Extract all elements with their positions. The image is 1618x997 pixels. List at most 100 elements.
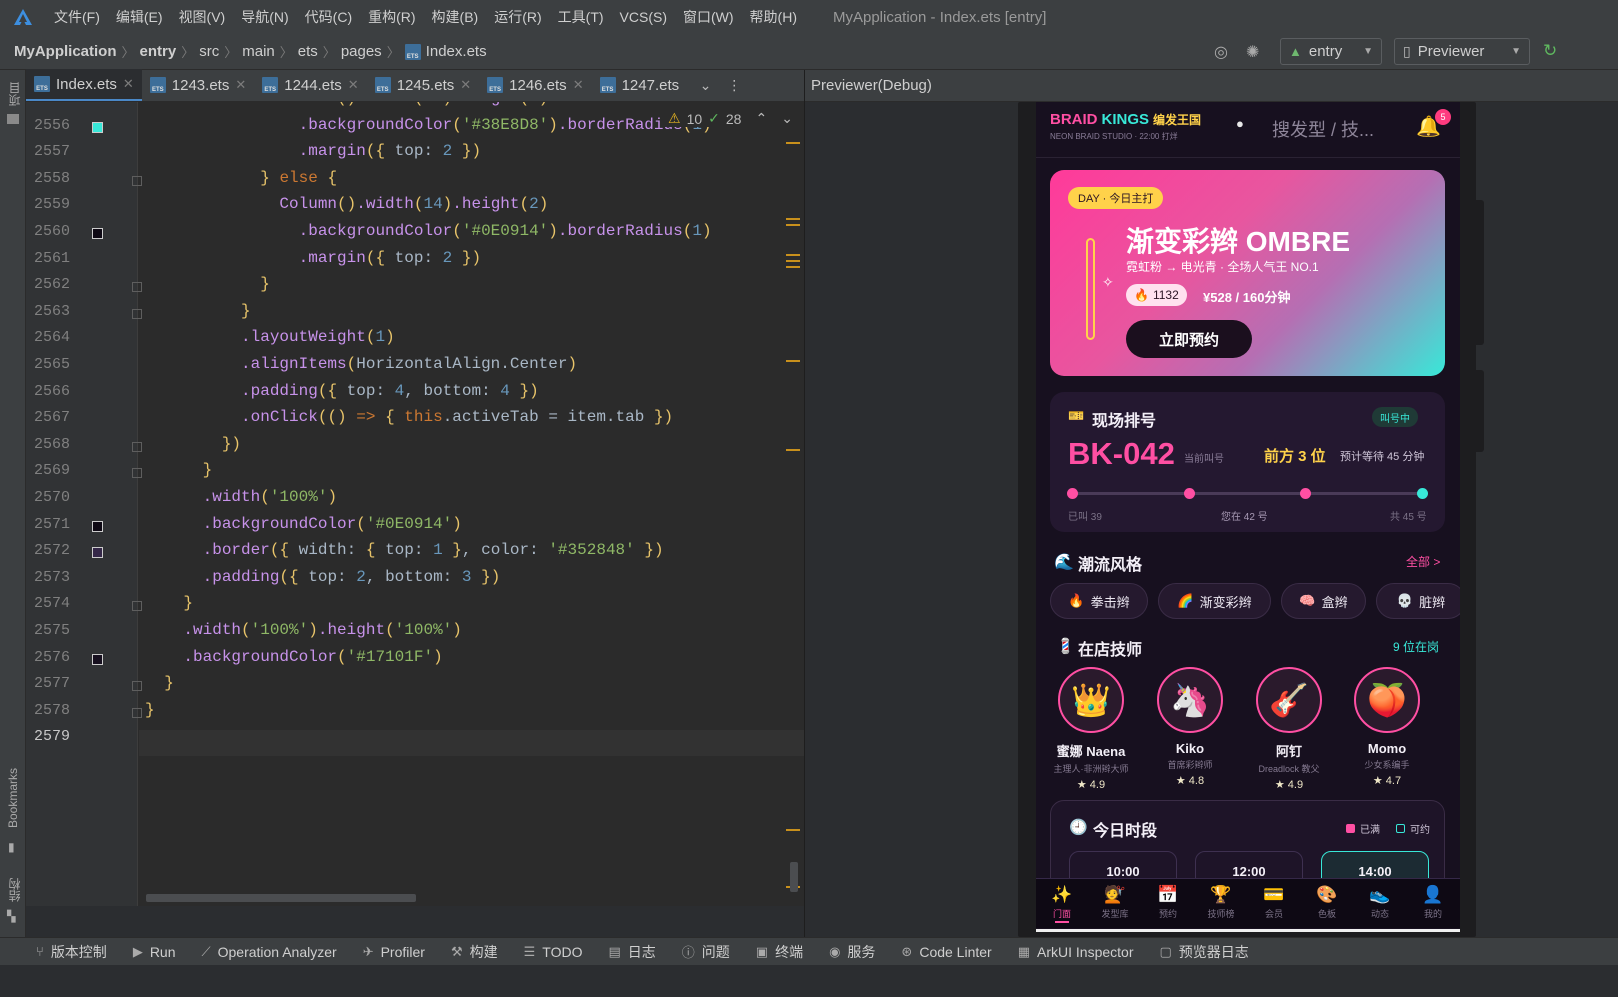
inspection-widget[interactable]: ⚠ 10 ✓ 28 ⌃ ⌄	[664, 110, 797, 127]
close-icon[interactable]: ✕	[123, 76, 134, 92]
warning-marker[interactable]	[786, 224, 800, 226]
services-tool[interactable]: ◉ 服务	[829, 942, 875, 962]
tech-card-momo[interactable]: 🍑 Momo 少女系编手 ★ 4.7	[1338, 667, 1436, 787]
menu-refactor[interactable]: 重构(R)	[360, 7, 423, 27]
code-line[interactable]: .width('100%')	[145, 488, 337, 506]
code-line[interactable]: }	[145, 275, 270, 293]
code-line[interactable]: }	[145, 594, 193, 612]
target-icon[interactable]: ◎	[1214, 42, 1228, 62]
menu-run[interactable]: 运行(R)	[486, 7, 549, 27]
sync-icon[interactable]: ↻	[1543, 41, 1557, 61]
warning-marker[interactable]	[786, 266, 800, 268]
style-chip-dread[interactable]: 💀 脏辫	[1376, 583, 1460, 619]
code-line[interactable]: }	[145, 461, 213, 479]
warning-marker[interactable]	[786, 254, 800, 256]
code-line[interactable]: .layoutWeight(1)	[145, 328, 395, 346]
style-chip-boxer[interactable]: 🔥 拳击辫	[1050, 583, 1148, 619]
warning-marker[interactable]	[786, 360, 800, 362]
menu-build[interactable]: 构建(B)	[424, 7, 487, 27]
color-swatch-icon[interactable]	[92, 228, 103, 239]
code-line[interactable]: .backgroundColor('#0E0914').borderRadius…	[145, 222, 712, 240]
tab-storefront[interactable]: ✨ 门面	[1036, 885, 1088, 923]
tab-1246-ets[interactable]: ETS 1246.ets ✕	[479, 69, 591, 101]
fold-marker-icon[interactable]	[132, 601, 142, 612]
warning-marker[interactable]	[786, 142, 800, 144]
code-line[interactable]: Column().width(14).height(2)	[145, 195, 548, 213]
tab-1244-ets[interactable]: ETS 1244.ets ✕	[254, 69, 366, 101]
horizontal-scrollbar-thumb[interactable]	[146, 894, 416, 902]
code-linter-tool[interactable]: ⊛ Code Linter	[901, 944, 991, 960]
tab-booking[interactable]: 📅 预约	[1142, 885, 1194, 920]
code-line[interactable]: .alignItems(HorizontalAlign.Center)	[145, 355, 577, 373]
style-chip-ombre[interactable]: 🌈 渐变彩辫	[1158, 583, 1271, 619]
code-line[interactable]: .backgroundColor('#38E8D8').borderRadius…	[145, 116, 712, 134]
styles-more-link[interactable]: 全部 >	[1406, 553, 1440, 570]
tab-1243-ets[interactable]: ETS 1243.ets ✕	[142, 69, 254, 101]
code-editor[interactable]: 2555 2556 2557 2558 2559 2560 2561 2562 2563 2564…	[26, 102, 804, 906]
previewer-select[interactable]: ▯ Previewer ▼	[1394, 38, 1530, 65]
menu-file[interactable]: 文件(F)	[46, 7, 108, 27]
code-line[interactable]: .backgroundColor('#17101F')	[145, 648, 442, 666]
fold-marker-icon[interactable]	[132, 441, 142, 452]
next-highlight-icon[interactable]: ⌄	[781, 110, 793, 127]
menu-navigate[interactable]: 导航(N)	[233, 7, 296, 27]
tab-index-ets[interactable]: ETS Index.ets ✕	[26, 69, 142, 101]
code-line[interactable]: }	[145, 701, 155, 719]
tech-card-kiko[interactable]: 🦄 Kiko 首席彩辫师 ★ 4.8	[1141, 667, 1239, 787]
tech-card-ading[interactable]: 🎸 阿钉 Dreadlock 教父 ★ 4.9	[1240, 667, 1338, 791]
structure-icon[interactable]: ▚	[7, 910, 15, 923]
terminal-tool[interactable]: ▣ 终端	[756, 942, 803, 962]
structure-tool-label[interactable]: 结构	[6, 878, 23, 902]
code-line[interactable]: .border({ width: { top: 1 }, color: '#35…	[145, 541, 664, 559]
arkui-inspector-tool[interactable]: ▦ ArkUI Inspector	[1018, 944, 1134, 960]
module-select[interactable]: ▲ entry ▼	[1280, 38, 1382, 65]
code-line[interactable]: }	[145, 674, 174, 692]
log-tool[interactable]: ▤ 日志	[608, 942, 655, 962]
search-input[interactable]: 搜发型 / 技...	[1272, 116, 1374, 142]
code-line[interactable]: Column().width(14).height(2)	[145, 102, 548, 107]
vertical-scrollbar-thumb[interactable]	[790, 862, 798, 892]
profiler-tool[interactable]: ✈ Profiler	[363, 944, 425, 960]
code-line[interactable]: .width('100%').height('100%')	[145, 621, 461, 639]
fold-marker-icon[interactable]	[132, 681, 142, 692]
previewer-log-tool[interactable]: ▢ 预览器日志	[1160, 942, 1249, 962]
code-line[interactable]: .padding({ top: 4, bottom: 4 })	[145, 382, 539, 400]
bookmarks-tool-label[interactable]: Bookmarks	[6, 768, 20, 828]
phone-screen[interactable]: BRAID KINGS 编发王国 NEON BRAID STUDIO · 22:00…	[1036, 102, 1460, 932]
menu-window[interactable]: 窗口(W)	[675, 7, 742, 27]
breadcrumb-file[interactable]: Index.ets	[426, 43, 487, 60]
warning-marker[interactable]	[786, 829, 800, 831]
code-line[interactable]: .margin({ top: 2 })	[145, 249, 481, 267]
bug-icon[interactable]: ✺	[1246, 42, 1259, 62]
warning-marker[interactable]	[786, 218, 800, 220]
tech-card-naena[interactable]: 👑 蜜娜 Naena 主理人·非洲辫大师 ★ 4.9	[1042, 667, 1140, 791]
prev-highlight-icon[interactable]: ⌃	[755, 110, 767, 127]
breadcrumb-project[interactable]: MyApplication	[14, 43, 117, 60]
color-swatch-icon[interactable]	[92, 547, 103, 559]
code-line[interactable]: .padding({ top: 2, bottom: 3 })	[145, 568, 501, 586]
code-line[interactable]: })	[145, 435, 241, 453]
tab-ranking[interactable]: 🏆 技师榜	[1195, 885, 1247, 920]
menu-help[interactable]: 帮助(H)	[742, 7, 805, 27]
problems-tool[interactable]: ⓘ 问题	[682, 942, 730, 962]
menu-edit[interactable]: 编辑(E)	[108, 7, 171, 27]
warning-marker[interactable]	[786, 260, 800, 262]
breadcrumb-module[interactable]: entry	[140, 43, 177, 60]
tab-profile[interactable]: 👤 我的	[1407, 885, 1459, 920]
version-control-tool[interactable]: ⑂ 版本控制	[36, 942, 107, 962]
deveco-logo-icon[interactable]	[0, 8, 46, 26]
warning-marker[interactable]	[786, 449, 800, 451]
folder-icon[interactable]	[7, 114, 19, 124]
more-options-icon[interactable]: ⋮	[721, 69, 747, 101]
project-tool-label[interactable]: 项目	[6, 82, 23, 106]
color-swatch-icon[interactable]	[92, 520, 103, 532]
breadcrumb-pages[interactable]: pages	[341, 43, 382, 60]
code-line[interactable]: }	[145, 302, 251, 320]
close-icon[interactable]: ✕	[348, 77, 359, 93]
color-swatch-icon[interactable]	[92, 121, 103, 133]
tab-1245-ets[interactable]: ETS 1245.ets ✕	[367, 69, 479, 101]
close-icon[interactable]: ✕	[460, 77, 471, 93]
menu-code[interactable]: 代码(C)	[297, 7, 360, 27]
tab-membership[interactable]: 💳 会员	[1248, 885, 1300, 920]
fold-marker-icon[interactable]	[132, 282, 142, 293]
